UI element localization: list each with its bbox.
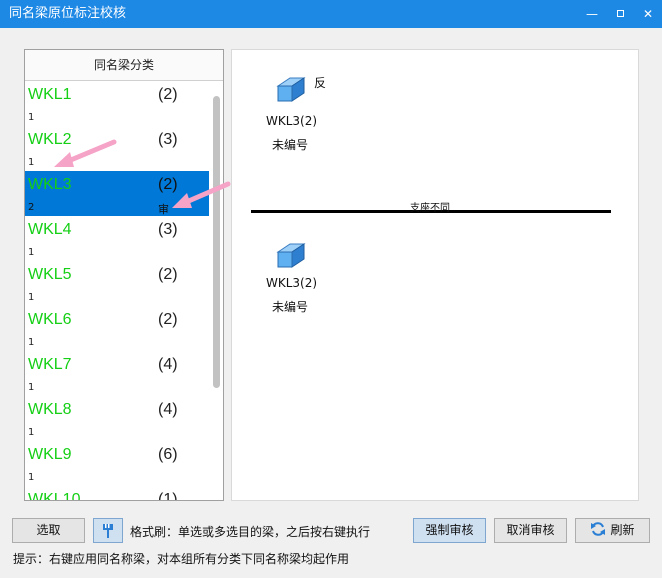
beam-name-label: WKL3(2) bbox=[266, 114, 318, 128]
beam-block-icon bbox=[276, 77, 306, 102]
beam-subcount: 1 bbox=[28, 382, 35, 393]
refresh-icon bbox=[591, 522, 606, 536]
beam-count: (2) bbox=[158, 311, 178, 328]
beam-subcount: 1 bbox=[28, 427, 35, 438]
maximize-button[interactable] bbox=[606, 0, 634, 28]
beam-name: WKL8 bbox=[28, 401, 72, 418]
title-bar: 同名梁原位标注校核 — ✕ bbox=[0, 0, 662, 28]
beam-block-icon bbox=[276, 243, 306, 268]
beam-subcount: 1 bbox=[28, 112, 35, 123]
arrow-annotation-icon bbox=[54, 139, 117, 167]
scrollbar-thumb[interactable] bbox=[213, 96, 220, 388]
format-brush-hint: 格式刷：单选或多选目的梁，之后按右键执行 bbox=[130, 525, 371, 539]
beam-name-label: WKL3(2) bbox=[266, 276, 318, 290]
arrow-annotation-icon bbox=[172, 181, 231, 208]
divider-label: 支座不同 bbox=[410, 203, 450, 214]
beam-number-label: 未编号 bbox=[272, 300, 309, 314]
list-item[interactable]: WKL4 (3) 1 bbox=[25, 216, 209, 261]
beam-name: WKL1 bbox=[28, 86, 72, 103]
beam-count: (1) bbox=[158, 491, 178, 501]
beam-name: WKL6 bbox=[28, 311, 72, 328]
category-header: 同名梁分类 bbox=[25, 50, 223, 81]
list-item[interactable]: WKL7 (4) 1 bbox=[25, 351, 209, 396]
review-tag: 审 bbox=[158, 203, 169, 216]
refresh-button[interactable]: 刷新 bbox=[575, 518, 650, 543]
beam-count: (2) bbox=[158, 266, 178, 283]
beam-count: (3) bbox=[158, 221, 178, 238]
list-scrollbar[interactable] bbox=[211, 82, 223, 500]
close-button[interactable]: ✕ bbox=[634, 0, 662, 28]
close-icon: ✕ bbox=[642, 7, 654, 21]
reverse-label: 反 bbox=[314, 76, 327, 90]
beam-name: WKL3 bbox=[28, 176, 72, 193]
maximize-icon bbox=[616, 10, 624, 17]
beam-category-panel: 同名梁分类 WKL1 (2) 1 WKL2 (3) 1 WKL3 (2) 2 审… bbox=[24, 49, 224, 501]
list-item[interactable]: WKL5 (2) 1 bbox=[25, 261, 209, 306]
beam-subcount: 1 bbox=[28, 157, 35, 168]
list-item[interactable]: WKL9 (6) 1 bbox=[25, 441, 209, 486]
window-title: 同名梁原位标注校核 bbox=[9, 6, 127, 21]
refresh-label: 刷新 bbox=[610, 523, 635, 537]
format-brush-button[interactable] bbox=[93, 518, 123, 543]
format-brush-icon bbox=[103, 524, 113, 538]
beam-subcount: 1 bbox=[28, 472, 35, 483]
beam-name: WKL5 bbox=[28, 266, 72, 283]
beam-subcount: 1 bbox=[28, 247, 35, 258]
beam-count: (4) bbox=[158, 356, 178, 373]
list-item[interactable]: WKL6 (2) 1 bbox=[25, 306, 209, 351]
beam-name: WKL10 bbox=[28, 491, 81, 501]
beam-preview-panel: 反 WKL3(2) 未编号 支座不同 WKL3(2) 未编号 bbox=[231, 49, 639, 501]
beam-count: (6) bbox=[158, 446, 178, 463]
list-item[interactable]: WKL1 (2) 1 bbox=[25, 81, 209, 126]
hint-text: 提示：右键应用同名称梁，对本组所有分类下同名称梁均起作用 bbox=[13, 552, 350, 566]
list-item[interactable]: WKL10 (1) bbox=[25, 486, 209, 501]
beam-name: WKL7 bbox=[28, 356, 72, 373]
beam-count: (4) bbox=[158, 401, 178, 418]
beam-name: WKL4 bbox=[28, 221, 72, 238]
cancel-review-button[interactable]: 取消审核 bbox=[494, 518, 567, 543]
beam-subcount: 1 bbox=[28, 337, 35, 348]
beam-number-label: 未编号 bbox=[272, 138, 309, 152]
force-review-button[interactable]: 强制审核 bbox=[413, 518, 486, 543]
select-button[interactable]: 选取 bbox=[12, 518, 85, 543]
beam-name: WKL9 bbox=[28, 446, 72, 463]
minimize-button[interactable]: — bbox=[578, 0, 606, 28]
minimize-icon: — bbox=[586, 7, 598, 21]
list-item[interactable]: WKL8 (4) 1 bbox=[25, 396, 209, 441]
beam-subcount: 2 bbox=[28, 202, 35, 213]
beam-count: (2) bbox=[158, 86, 178, 103]
beam-count: (3) bbox=[158, 131, 178, 148]
beam-subcount: 1 bbox=[28, 292, 35, 303]
